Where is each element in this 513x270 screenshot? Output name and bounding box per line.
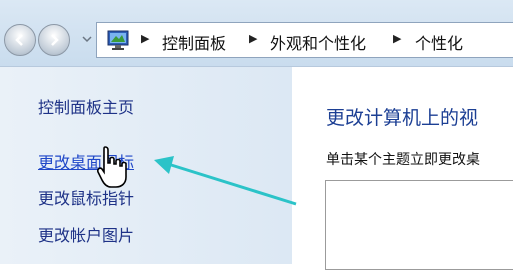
page-description: 单击某个主题立即更改桌: [326, 152, 480, 168]
breadcrumb-item-personalization[interactable]: 个性化: [415, 30, 463, 54]
breadcrumb-separator-icon: ▶: [393, 32, 402, 45]
page-title: 更改计算机上的视: [326, 107, 479, 129]
back-arrow-icon: [15, 34, 23, 46]
sidebar-link-change-account-picture[interactable]: 更改帐户图片: [38, 222, 134, 246]
breadcrumb-separator-icon: ▶: [249, 32, 258, 45]
forward-arrow-icon: [51, 34, 59, 46]
breadcrumb-item-control-panel[interactable]: 控制面板: [162, 30, 226, 54]
breadcrumb-item-appearance[interactable]: 外观和个性化: [270, 30, 366, 54]
breadcrumb-separator-icon: ▶: [141, 32, 150, 45]
address-bar[interactable]: ▶ 控制面板 ▶ 外观和个性化 ▶ 个性化: [96, 22, 513, 58]
back-button[interactable]: [4, 24, 36, 56]
title-bar: ▶ 控制面板 ▶ 外观和个性化 ▶ 个性化: [0, 0, 513, 67]
sidebar-link-control-panel-home[interactable]: 控制面板主页: [38, 94, 134, 118]
chevron-down-icon[interactable]: [82, 34, 92, 44]
teal-arrow-icon: [154, 156, 297, 206]
control-panel-icon: [107, 30, 129, 50]
forward-button[interactable]: [38, 24, 70, 56]
theme-list[interactable]: [325, 180, 513, 270]
hand-pointer-icon: [97, 146, 127, 188]
